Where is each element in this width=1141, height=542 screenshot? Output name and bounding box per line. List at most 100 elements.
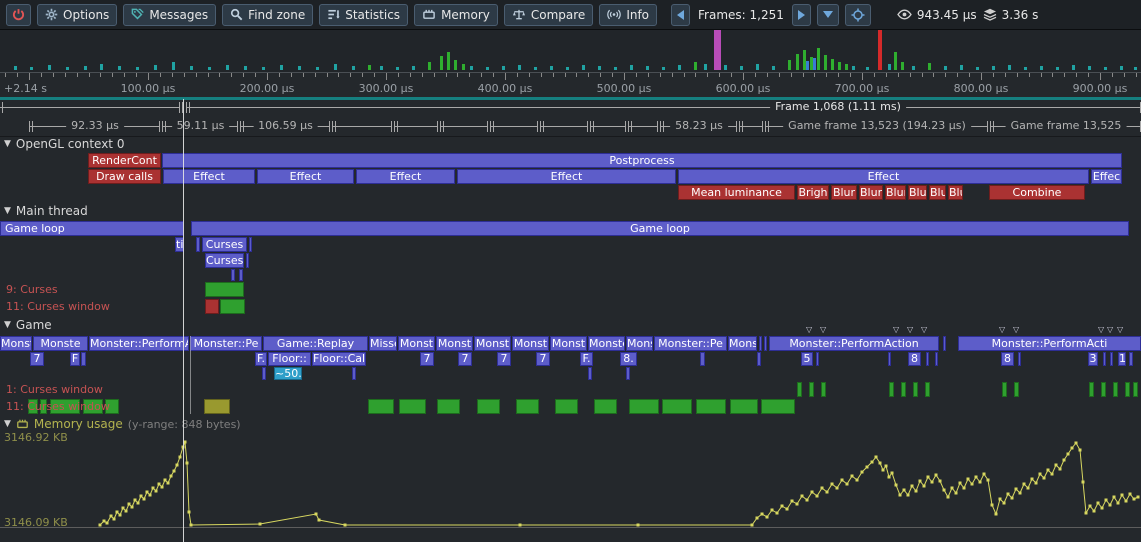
plot-bar[interactable] <box>730 399 758 414</box>
plot-bar[interactable] <box>889 382 894 397</box>
histogram-bar[interactable] <box>14 66 17 70</box>
timeline-zone[interactable]: Postprocess <box>162 153 1122 168</box>
plot-bar[interactable] <box>1133 382 1138 397</box>
collapsed-zones-icon[interactable]: ▽ <box>1098 326 1104 334</box>
timeline-zone[interactable]: Mons <box>626 336 653 351</box>
histogram-bar[interactable] <box>454 60 457 70</box>
timeline-zone[interactable]: Effect <box>678 169 1089 184</box>
histogram-bar[interactable] <box>1088 66 1091 70</box>
histogram-bar[interactable] <box>334 64 337 70</box>
plot-bar[interactable] <box>1125 382 1130 397</box>
histogram-bar[interactable] <box>1120 66 1123 70</box>
timeline-zone[interactable]: 8 <box>1001 352 1014 366</box>
timeline-zone[interactable] <box>700 352 705 366</box>
timeline-zone[interactable] <box>1018 352 1021 366</box>
histogram-bar[interactable] <box>788 60 791 70</box>
timeline-zone[interactable]: Mons <box>728 336 757 351</box>
timeline-zone[interactable]: F. <box>580 352 593 366</box>
histogram-bar[interactable] <box>614 67 617 70</box>
histogram-bar[interactable] <box>190 66 193 70</box>
plot-bar[interactable] <box>913 382 918 397</box>
frame-span-line[interactable] <box>441 126 488 127</box>
timeline-zone[interactable]: 8. <box>620 352 637 366</box>
plot-bar[interactable] <box>696 399 726 414</box>
histogram-bar[interactable] <box>486 67 489 70</box>
plot-bar[interactable] <box>399 399 426 414</box>
timeline-zone[interactable] <box>262 367 266 380</box>
timeline-zone[interactable] <box>626 367 630 380</box>
histogram-bar[interactable] <box>154 65 157 70</box>
histogram-bar[interactable] <box>316 67 319 70</box>
histogram-bar[interactable] <box>518 65 521 70</box>
histogram-bar[interactable] <box>1056 67 1059 70</box>
histogram-bar[interactable] <box>1072 65 1075 70</box>
frame-span-line[interactable] <box>395 126 438 127</box>
histogram-bar[interactable] <box>878 30 882 70</box>
histogram-bar[interactable] <box>704 64 707 70</box>
frame-histogram[interactable] <box>0 30 1141 73</box>
histogram-bar[interactable] <box>118 66 121 70</box>
histogram-bar[interactable] <box>824 55 827 70</box>
timeline-zone[interactable]: 1 <box>1118 352 1126 366</box>
frame-span-line[interactable] <box>187 107 1141 108</box>
histogram-bar[interactable] <box>888 64 891 70</box>
histogram-bar[interactable] <box>1008 65 1011 70</box>
histogram-bar[interactable] <box>894 52 897 70</box>
frame-label[interactable]: Frame 1,068 (1.11 ms) <box>770 100 906 114</box>
timeline-zone[interactable] <box>196 237 200 252</box>
timeline-zone[interactable] <box>935 352 938 366</box>
plot-bar[interactable] <box>925 382 930 397</box>
timeline-zone[interactable] <box>757 352 761 366</box>
plot-bar[interactable] <box>368 399 394 414</box>
timeline-zone[interactable]: 3 <box>1088 352 1098 366</box>
collapsed-zones-icon[interactable]: ▽ <box>999 326 1005 334</box>
plot-bar[interactable] <box>761 399 795 414</box>
timeline-zone[interactable]: Missed <box>369 336 397 351</box>
histogram-bar[interactable] <box>845 64 848 70</box>
histogram-bar[interactable] <box>352 66 355 70</box>
timeline-zone[interactable]: Curses <box>202 237 247 252</box>
timeline-zone[interactable]: Monster::Pe <box>654 336 727 351</box>
histogram-bar[interactable] <box>831 59 834 70</box>
histogram-bar[interactable] <box>226 65 229 70</box>
plot-bar[interactable] <box>821 382 826 397</box>
histogram-bar[interactable] <box>960 65 963 70</box>
timeline-zone[interactable]: Floor:: <box>268 352 311 366</box>
timeline-zone[interactable]: Floor::Calc <box>312 352 366 366</box>
timeline-zone[interactable]: Game::Replay <box>263 336 368 351</box>
timeline-zone[interactable] <box>943 336 946 351</box>
plot-bar[interactable] <box>516 399 539 414</box>
timeline-zone[interactable]: Brigh <box>797 185 829 200</box>
histogram-bar[interactable] <box>806 61 809 70</box>
timeline-zone[interactable]: Game loop <box>191 221 1129 236</box>
histogram-bar[interactable] <box>912 66 915 70</box>
subframe-label[interactable]: Game frame 13,523 (194.23 µs) <box>783 119 971 133</box>
timeline-zone[interactable]: Monster::Pe <box>190 336 262 351</box>
timeline-zone[interactable]: Draw calls <box>88 169 161 184</box>
collapse-icon[interactable]: ▼ <box>4 206 11 216</box>
frame-span-line[interactable] <box>629 126 658 127</box>
frame-span-line[interactable] <box>740 126 763 127</box>
subframe-label[interactable]: 92.33 µs <box>66 119 124 133</box>
histogram-bar[interactable] <box>566 67 569 70</box>
histogram-bar[interactable] <box>244 66 247 70</box>
plot-bar[interactable] <box>555 399 578 414</box>
timeline-zone[interactable]: F. <box>255 352 267 366</box>
timeline-zone[interactable] <box>239 269 243 281</box>
timeline-zone[interactable]: Effect <box>457 169 676 184</box>
timeline-zone[interactable]: 7 <box>497 352 511 366</box>
timeline-zone[interactable]: Effect <box>356 169 455 184</box>
histogram-bar[interactable] <box>796 54 799 70</box>
histogram-bar[interactable] <box>598 66 601 70</box>
timeline-zone[interactable]: Combine <box>989 185 1085 200</box>
histogram-bar[interactable] <box>30 67 33 70</box>
histogram-bar[interactable] <box>724 65 727 70</box>
plot-bar[interactable] <box>662 399 692 414</box>
histogram-bar[interactable] <box>756 64 759 70</box>
timeline-zone[interactable] <box>888 352 891 366</box>
timeline-zone[interactable] <box>588 367 592 380</box>
collapse-icon[interactable]: ▼ <box>4 320 11 330</box>
plot-bar[interactable] <box>220 299 245 314</box>
histogram-bar[interactable] <box>380 66 383 70</box>
timeline-zone[interactable]: Monste <box>0 336 32 351</box>
